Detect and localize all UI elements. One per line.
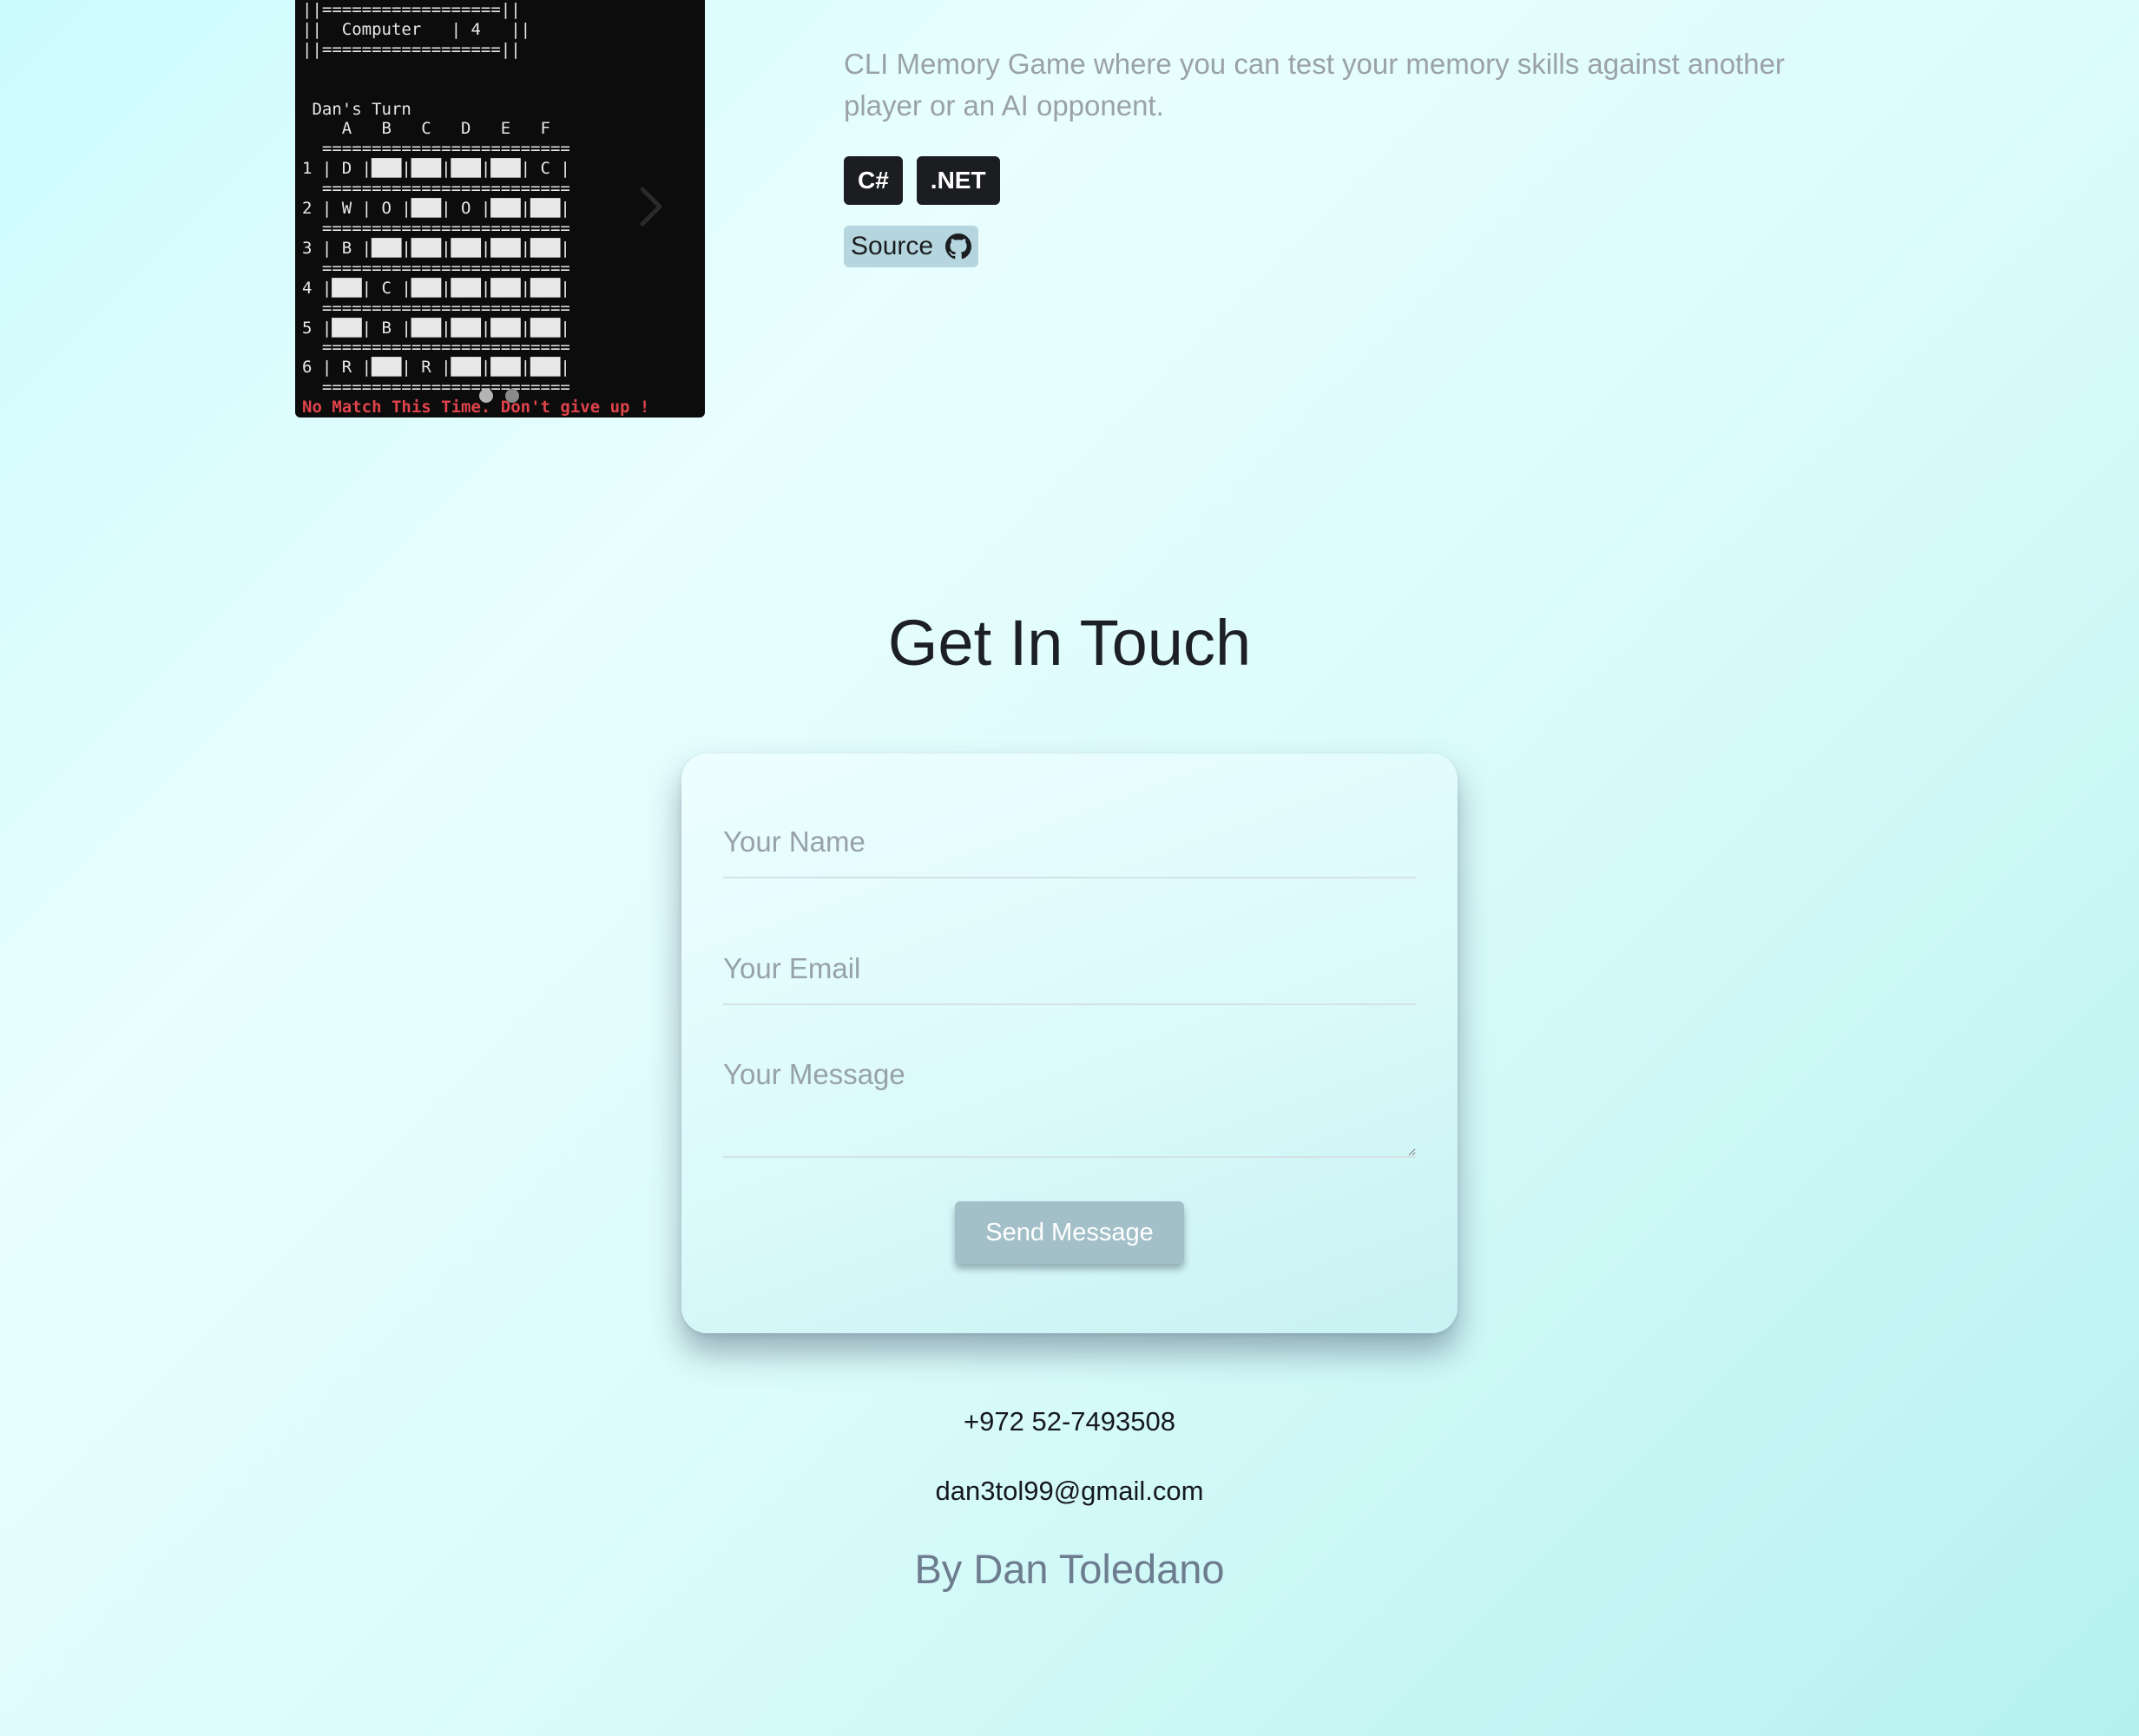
source-label: Source <box>851 232 934 260</box>
carousel-dot[interactable] <box>505 389 519 403</box>
email-address: dan3tol99@gmail.com <box>935 1476 1204 1506</box>
name-field[interactable] <box>723 807 1416 878</box>
carousel-dot[interactable] <box>479 389 493 403</box>
chevron-right-icon <box>632 187 670 234</box>
github-icon <box>945 233 972 260</box>
phone-number: +972 52-7493508 <box>964 1406 1175 1437</box>
email-field[interactable] <box>723 934 1416 1005</box>
carousel-next-button[interactable] <box>632 182 670 231</box>
section-title: Get In Touch <box>887 607 1252 679</box>
tech-tag: .NET <box>916 156 1000 205</box>
send-message-button[interactable]: Send Message <box>955 1201 1184 1264</box>
terminal-output: ||==================|| || Computer | 4 |… <box>302 0 649 418</box>
tech-tags: C# .NET <box>844 156 1000 205</box>
message-field[interactable] <box>723 1055 1416 1158</box>
project-description: CLI Memory Game where you can test your … <box>844 48 1785 122</box>
terminal-lines: ||==================|| || Computer | 4 |… <box>302 0 570 398</box>
contact-form: Send Message <box>681 753 1458 1333</box>
footer-credit: By Dan Toledano <box>914 1546 1225 1592</box>
tech-tag: C# <box>844 156 903 205</box>
terminal-status-message: No Match This Time. Don't give up ! <box>302 398 650 418</box>
carousel-indicators <box>479 389 519 403</box>
source-link[interactable]: Source <box>844 226 979 267</box>
